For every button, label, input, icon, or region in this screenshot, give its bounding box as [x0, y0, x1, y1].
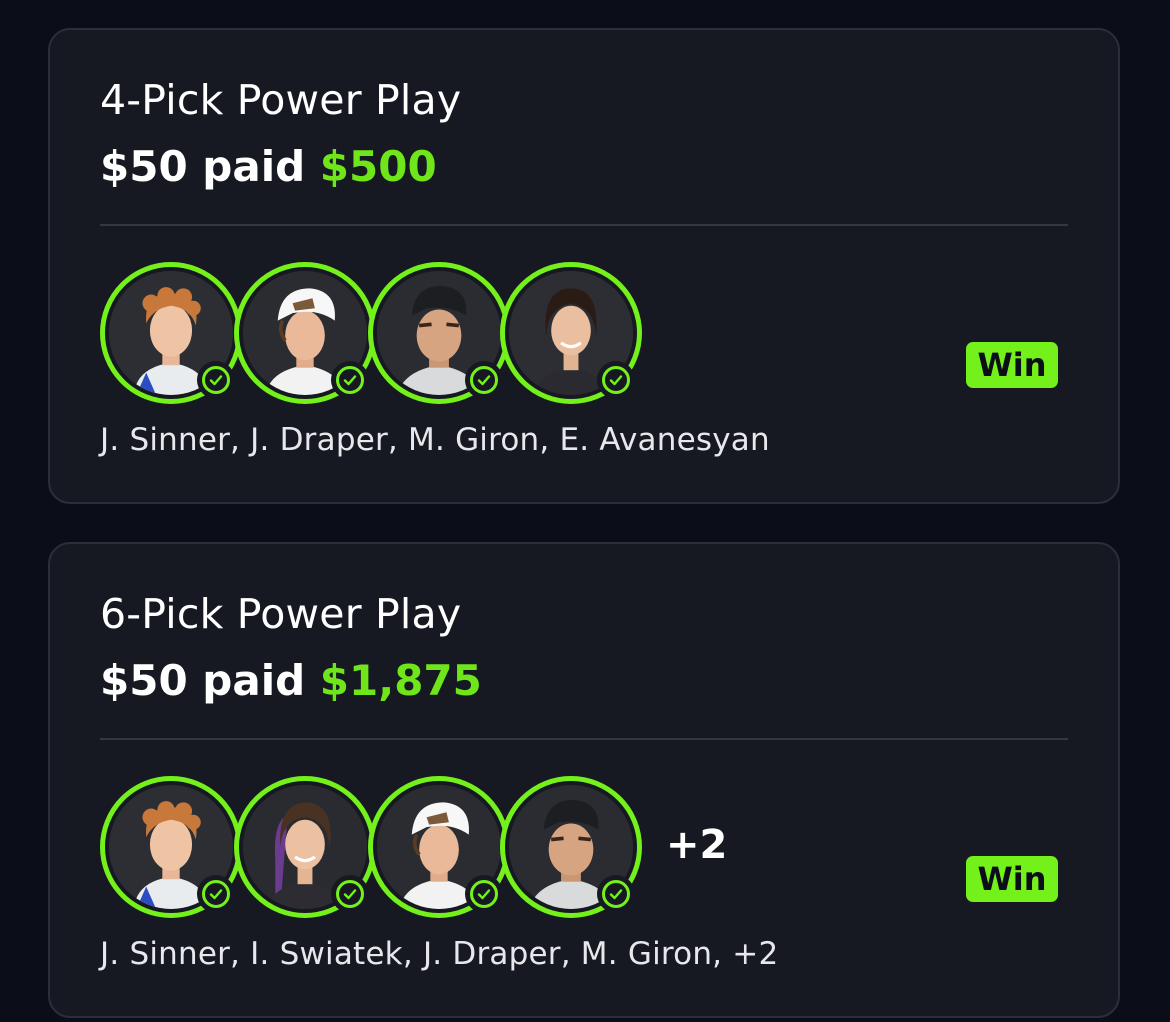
paid-amount: $50 paid [100, 142, 306, 191]
divider [100, 224, 1068, 226]
entry-card[interactable]: 4-Pick Power Play $50 paid $500 Win J. S… [48, 28, 1120, 504]
player-avatar[interactable] [234, 262, 376, 404]
player-names: J. Sinner, I. Swiatek, J. Draper, M. Gir… [100, 936, 779, 972]
win-badge: Win [966, 856, 1058, 902]
player-avatar[interactable] [234, 776, 376, 918]
player-avatar[interactable] [500, 262, 642, 404]
player-names: J. Sinner, J. Draper, M. Giron, E. Avane… [100, 422, 770, 458]
payout-amount: $500 [319, 142, 437, 191]
entry-paid-line: $50 paid $500 [100, 142, 437, 191]
entry-paid-line: $50 paid $1,875 [100, 656, 482, 705]
check-icon [331, 875, 369, 913]
check-icon [197, 361, 235, 399]
check-icon [597, 875, 635, 913]
payout-amount: $1,875 [319, 656, 482, 705]
check-icon [465, 361, 503, 399]
player-avatars [100, 776, 660, 920]
check-icon [331, 361, 369, 399]
check-icon [597, 361, 635, 399]
check-icon [465, 875, 503, 913]
player-avatar[interactable] [100, 262, 242, 404]
entry-title: 4-Pick Power Play [100, 76, 462, 124]
check-icon [197, 875, 235, 913]
divider [100, 738, 1068, 740]
more-players-count: +2 [666, 822, 728, 868]
player-avatars [100, 262, 660, 406]
player-avatar[interactable] [500, 776, 642, 918]
entry-title: 6-Pick Power Play [100, 590, 462, 638]
entry-card[interactable]: 6-Pick Power Play $50 paid $1,875 +2 Win… [48, 542, 1120, 1018]
paid-amount: $50 paid [100, 656, 306, 705]
entries-page: 4-Pick Power Play $50 paid $500 Win J. S… [0, 0, 1170, 1022]
player-avatar[interactable] [368, 262, 510, 404]
player-avatar[interactable] [100, 776, 242, 918]
win-badge: Win [966, 342, 1058, 388]
player-avatar[interactable] [368, 776, 510, 918]
